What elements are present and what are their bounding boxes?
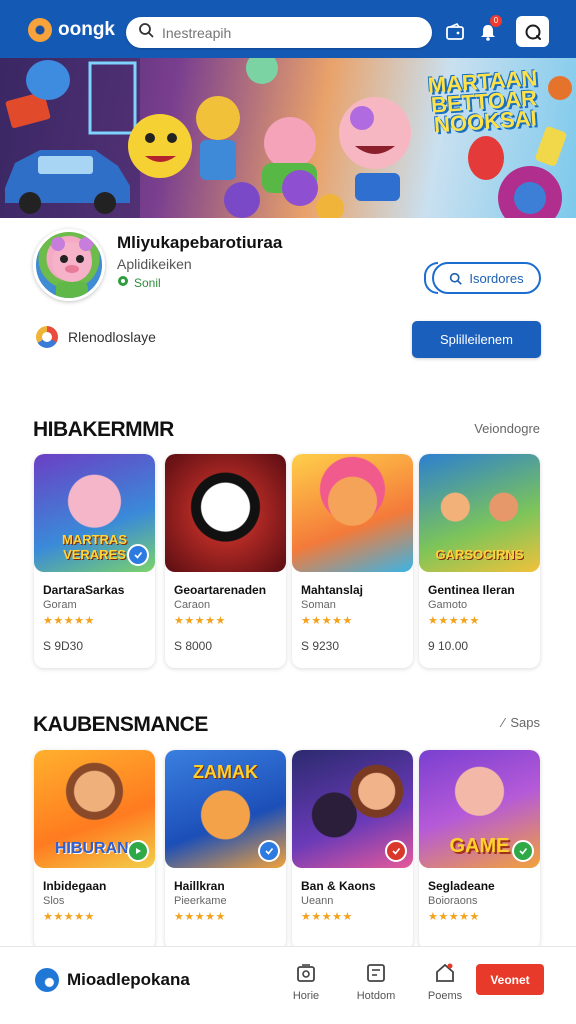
rating-stars: ★★★★★: [174, 911, 226, 923]
logo-text: oongk: [58, 19, 115, 40]
card-category: Ueann: [301, 895, 334, 907]
game-thumbnail: [292, 454, 413, 572]
rating-stars: ★★★★★: [301, 615, 353, 627]
game-thumbnail: HIBURAN!: [34, 750, 155, 868]
hero-title: MARTAAN BETTOAR NOOKSAI: [427, 65, 539, 138]
game-card[interactable]: ZAMAK Haillkran Pieerkame ★★★★★: [165, 750, 286, 950]
section-link-2[interactable]: ⁄ Saps: [502, 715, 540, 730]
card-category: Caraon: [174, 599, 211, 611]
logo[interactable]: oongk: [28, 18, 115, 42]
game-card[interactable]: GARSOCIRNS Gentinea Ileran Gamoto ★★★★★ …: [419, 454, 540, 668]
game-card[interactable]: MARTRAS VERARES DartaraSarkas Goram ★★★★…: [34, 454, 155, 668]
thumbnail-label: GARSOCIRNS: [435, 547, 524, 562]
game-card[interactable]: Ban & Kaons Ueann ★★★★★: [292, 750, 413, 950]
nav-label: Poems: [427, 990, 463, 1002]
card-title: Haillkran: [174, 879, 225, 893]
section-link-label: Saps: [510, 715, 540, 730]
card-category: Slos: [43, 895, 65, 907]
play-icon[interactable]: [127, 840, 149, 862]
play-icon[interactable]: [258, 840, 280, 862]
house-icon: [436, 963, 454, 982]
section-link-1[interactable]: Veiondogre: [474, 421, 540, 436]
brand-logo-icon: [35, 968, 59, 992]
game-card[interactable]: GAME Segladeane Boioraons ★★★★★: [419, 750, 540, 950]
game-thumbnail: [165, 454, 286, 572]
rating-stars: ★★★★★: [428, 615, 480, 627]
puzzle-icon: [117, 275, 129, 290]
section-title-1: HIBAKERMMR: [33, 418, 174, 441]
search-icon: [449, 272, 462, 285]
developer-name: Rlenodloslaye: [68, 329, 156, 345]
nav-item-home[interactable]: Horie: [276, 962, 336, 1002]
card-price: S 9D30: [43, 639, 84, 653]
logo-icon: [28, 18, 52, 42]
developer-row[interactable]: Rlenodloslaye: [36, 326, 156, 348]
card-price: 9 10.00: [428, 639, 469, 653]
card-price: S 9230: [301, 639, 340, 653]
search-icon: [138, 22, 154, 43]
profile-button[interactable]: [516, 16, 549, 47]
wallet-icon: [446, 23, 464, 40]
game-thumbnail: MARTRAS VERARES: [34, 454, 155, 572]
nav-label: Horie: [292, 990, 320, 1002]
status-text: Sonil: [134, 275, 161, 290]
card-title: DartaraSarkas: [43, 583, 125, 597]
card-category: Pieerkame: [174, 895, 227, 907]
nav-label: Hotdom: [356, 990, 396, 1002]
app-avatar: [33, 229, 105, 301]
outline-button-label: Isordores: [469, 270, 524, 286]
home-icon: [297, 964, 315, 982]
game-card[interactable]: Mahtanslaj Soman ★★★★★ S 9230: [292, 454, 413, 668]
play-icon[interactable]: [127, 544, 149, 566]
card-title: Gentinea Ileran: [428, 583, 515, 597]
notifications-button[interactable]: 0: [474, 15, 502, 46]
hero-banner[interactable]: MARTAAN BETTOAR NOOKSAI: [0, 58, 576, 218]
game-card[interactable]: Geoartarenaden Caraon ★★★★★ S 8000: [165, 454, 286, 668]
card-category: Gamoto: [428, 599, 468, 611]
cta-button[interactable]: Veonet: [476, 964, 544, 995]
rating-stars: ★★★★★: [43, 615, 95, 627]
top-bar: oongk 0: [0, 0, 576, 62]
play-icon[interactable]: [512, 840, 534, 862]
card-title: Geoartarenaden: [174, 583, 267, 597]
app-subtitle: Aplidikeiken: [117, 256, 192, 272]
card-title: Segladeane: [428, 879, 495, 893]
rating-stars: ★★★★★: [174, 615, 226, 627]
card-category: Boioraons: [428, 895, 478, 907]
card-price: S 8000: [174, 639, 213, 653]
search-bar[interactable]: [126, 17, 432, 48]
wallet-button[interactable]: [441, 18, 469, 46]
rating-stars: ★★★★★: [301, 911, 353, 923]
rating-stars: ★★★★★: [43, 911, 95, 923]
game-thumbnail: GAME: [419, 750, 540, 868]
user-icon: [525, 24, 541, 40]
card-title: Mahtanslaj: [301, 583, 364, 597]
card-category: Soman: [301, 599, 336, 611]
search-outline-button[interactable]: Isordores: [432, 262, 541, 294]
game-thumbnail: GARSOCIRNS: [419, 454, 540, 572]
card-category: Goram: [43, 599, 77, 611]
game-thumbnail: [292, 750, 413, 868]
card-title: Ban & Kaons: [301, 879, 376, 893]
pencil-icon: ⁄: [502, 715, 505, 730]
card-title: Inbidegaan: [43, 879, 107, 893]
app-name: Mliyukapebarotiuraa: [117, 233, 283, 252]
game-card[interactable]: HIBURAN! Inbidegaan Slos ★★★★★: [34, 750, 155, 950]
nav-item-hotdom[interactable]: Hotdom: [346, 962, 406, 1002]
primary-action-button[interactable]: Splilleilenem: [412, 321, 541, 358]
grid-icon: [367, 964, 385, 982]
section-title-2: KAUBENSMANCE: [33, 713, 208, 736]
game-thumbnail: ZAMAK: [165, 750, 286, 868]
brand-name: Mioadlepokana: [67, 970, 190, 989]
nav-item-poems[interactable]: Poems: [415, 962, 475, 1002]
notification-badge: 0: [490, 15, 502, 27]
play-icon[interactable]: [385, 840, 407, 862]
footer-brand[interactable]: Mioadlepokana: [35, 968, 190, 992]
rating-stars: ★★★★★: [428, 911, 480, 923]
search-input[interactable]: [162, 24, 402, 41]
developer-logo-icon: [36, 326, 58, 348]
thumbnail-label: ZAMAK: [193, 762, 258, 782]
status-badge: Sonil: [117, 275, 161, 290]
